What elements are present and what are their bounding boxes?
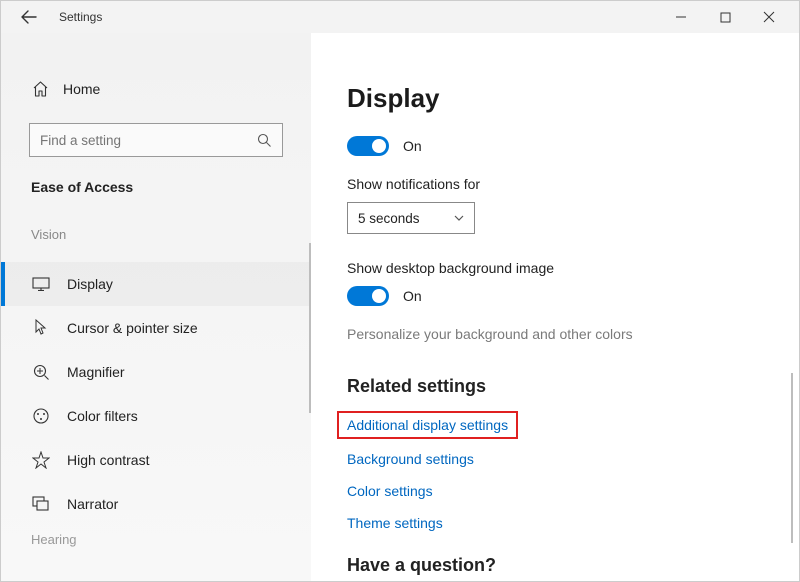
sidebar-item-label: Magnifier [67,364,125,380]
notifications-label: Show notifications for [347,176,759,192]
content: Display On Show notifications for 5 seco… [311,33,799,581]
search-input[interactable] [29,123,283,157]
chevron-down-icon [454,215,464,221]
link-additional-display[interactable]: Additional display settings [347,417,508,433]
titlebar: Settings [1,1,799,33]
notifications-dropdown[interactable]: 5 seconds [347,202,475,234]
link-theme[interactable]: Theme settings [347,515,443,531]
content-scrollbar[interactable] [791,373,793,543]
desktop-bg-toggle-label: On [403,288,422,304]
have-question: Have a question? [347,555,759,576]
sidebar-item-label: Color filters [67,408,138,424]
desktop-bg-label: Show desktop background image [347,260,759,276]
sidebar-item-label: High contrast [67,452,149,468]
home-link[interactable]: Home [1,77,311,101]
back-button[interactable] [21,10,37,24]
link-background[interactable]: Background settings [347,451,474,467]
sidebar-item-narrator[interactable]: Narrator [1,482,311,526]
sidebar-item-label: Narrator [67,496,118,512]
related-title: Related settings [347,376,759,397]
search-field[interactable] [40,133,240,148]
high-contrast-icon [31,451,51,469]
color-filters-icon [31,407,51,425]
maximize-button[interactable] [703,2,747,32]
home-label: Home [63,81,100,97]
sidebar-item-magnifier[interactable]: Magnifier [1,350,311,394]
minimize-button[interactable] [659,2,703,32]
close-button[interactable] [747,2,791,32]
link-color[interactable]: Color settings [347,483,433,499]
group-vision: Vision [1,227,311,242]
sidebar-item-color-filters[interactable]: Color filters [1,394,311,438]
narrator-icon [31,496,51,512]
group-hearing: Hearing [1,532,311,547]
sidebar-item-cursor[interactable]: Cursor & pointer size [1,306,311,350]
cursor-icon [31,319,51,337]
display-icon [31,277,51,291]
dropdown-value: 5 seconds [358,211,420,226]
display-toggle[interactable] [347,136,389,156]
display-toggle-label: On [403,138,422,154]
window-title: Settings [59,10,102,24]
sidebar-item-label: Cursor & pointer size [67,320,198,336]
home-icon [31,81,49,97]
search-icon [257,133,272,148]
sidebar-item-high-contrast[interactable]: High contrast [1,438,311,482]
sidebar-item-display[interactable]: Display [1,262,311,306]
sidebar-item-label: Display [67,276,113,292]
category-title: Ease of Access [1,179,311,195]
sidebar: Home Ease of Access Vision Display Curso… [1,33,311,581]
desktop-bg-toggle[interactable] [347,286,389,306]
page-title: Display [347,83,759,114]
personalize-hint: Personalize your background and other co… [347,326,759,342]
magnifier-icon [31,364,51,381]
highlight-box: Additional display settings [337,411,518,439]
